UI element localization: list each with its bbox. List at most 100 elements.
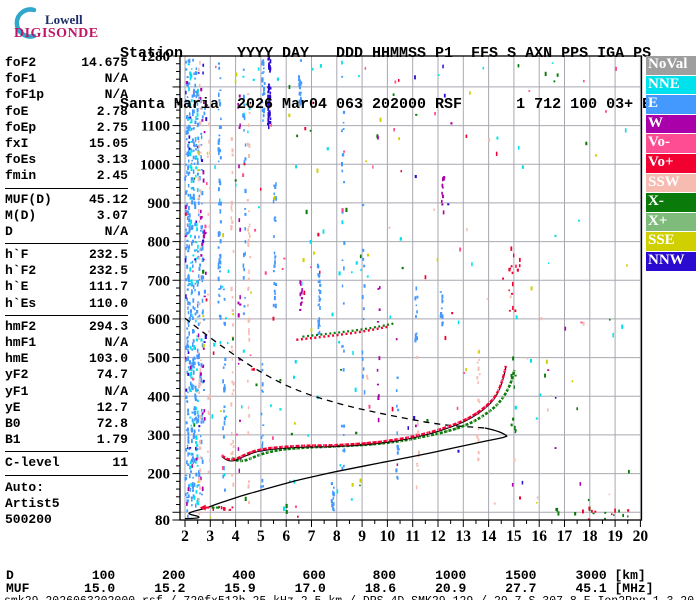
x-axis-label: 19 (607, 528, 623, 545)
muf-transmission-curve (184, 317, 485, 429)
x-axis-label: 5 (257, 528, 265, 545)
legend-W: W (646, 114, 696, 134)
x-axis-label: 17 (557, 528, 573, 545)
param-label: B1 (5, 432, 21, 448)
param-label: fmin (5, 168, 37, 184)
header-column-titles: Station YYYY DAY DDD HHMMSS P1 FFS S AXN… (120, 45, 652, 62)
param-fxI: fxI 15.05 (5, 136, 128, 152)
parameter-group: foF2 14.675 foF1 N/A foF1p N/A foE 2.78 foEp 2.75… (5, 54, 128, 186)
parameter-group: C-level 11 (5, 451, 128, 472)
autoscaling-line: Artist5 (5, 495, 60, 511)
param-value: 3.13 (96, 152, 128, 168)
param-label: MUF(D) (5, 191, 52, 207)
x-axis-label: 14 (481, 528, 497, 545)
parameter-panel: foF2 14.675 foF1 N/A foF1p N/A foE 2.78 foEp 2.75… (5, 54, 128, 528)
x-axis-label: 18 (582, 528, 598, 545)
x-axis-label: 4 (232, 528, 240, 545)
param-C-level: C-level 11 (5, 455, 128, 471)
legend-SSE: SSE (646, 232, 696, 251)
param-value: 111.7 (88, 279, 128, 295)
y-axis-label: 600 (148, 312, 171, 328)
param-value: 45.12 (88, 191, 128, 207)
param-label: h`F2 (5, 263, 37, 279)
param-label: C-level (5, 455, 60, 471)
x-axis-label: 13 (456, 528, 472, 545)
legend-X-: X- (646, 193, 696, 212)
param-D: D N/A (5, 224, 128, 240)
param-label: h`E (5, 279, 29, 295)
y-axis-label: 400 (148, 389, 171, 405)
param-label: hmE (5, 351, 29, 367)
param-label: yF1 (5, 383, 29, 399)
x-axis-label: 15 (506, 528, 522, 545)
param-value: N/A (104, 335, 128, 350)
param-value: N/A (104, 383, 128, 399)
param-hmE: hmE 103.0 (5, 351, 128, 367)
legend-NNE: NNE (646, 75, 696, 95)
param-B1: B1 1.79 (5, 432, 128, 448)
param-foEs: foEs 3.13 (5, 152, 128, 168)
param-fmin: fmin 2.45 (5, 168, 128, 184)
x-axis-label: 8 (333, 528, 341, 545)
param-label: M(D) (5, 207, 37, 223)
param-label: foF1p (5, 87, 45, 103)
param-hmF1: hmF1 N/A (5, 335, 128, 351)
param-MUF(D): MUF(D) 45.12 (5, 192, 128, 208)
echo-traces (220, 322, 516, 463)
param-value: 232.5 (88, 247, 128, 263)
param-B0: B0 72.8 (5, 416, 128, 432)
param-value: 1.79 (96, 432, 128, 448)
param-yF2: yF2 74.7 (5, 367, 128, 383)
param-foF1: foF1 N/A (5, 71, 128, 87)
x-axis-label: 20 (633, 528, 649, 545)
y-axis-label: 80 (155, 513, 170, 529)
param-foF2: foF2 14.675 (5, 55, 128, 71)
autoscaling-info: Auto: Artist5 500200 (5, 474, 128, 529)
legend-Vo+: Vo+ (646, 153, 696, 173)
param-h`Es: h`Es 110.0 (5, 296, 128, 312)
param-label: hmF1 (5, 335, 37, 350)
param-label: fxI (5, 135, 29, 151)
digisonde-ionogram-screen: 1280 1100 1000 900 800 700 600 500 400 300 200 80 2 3… (0, 0, 700, 600)
x-axis-label: 2 (181, 528, 189, 545)
param-value: 14.675 (81, 55, 128, 70)
parameter-group: hmF2 294.3 hmF1 N/A hmE 103.0 yF2 74.7 yF1 N/A yE 1… (5, 314, 128, 450)
param-label: foEs (5, 152, 37, 168)
logo-digisonde-text: DIGISONDE (14, 26, 99, 41)
legend-SSW: SSW (646, 173, 696, 193)
y-axis-label: 800 (148, 235, 171, 251)
legend-X+: X+ (646, 212, 696, 232)
y-axis-label: 200 (148, 467, 171, 483)
y-axis-label: 1000 (140, 157, 170, 173)
param-foE: foE 2.78 (5, 104, 128, 120)
param-value: 11 (112, 455, 128, 471)
y-axis-label: 700 (148, 273, 171, 289)
param-value: N/A (104, 71, 128, 87)
x-trace-second-hop (302, 322, 394, 338)
param-label: B0 (5, 415, 21, 431)
param-value: 72.8 (96, 415, 128, 431)
param-foF1p: foF1p N/A (5, 87, 128, 103)
param-label: hmF2 (5, 318, 37, 334)
legend-NoVal: NoVal (646, 56, 696, 75)
lowell-digisonde-logo: Lowell DIGISONDE (6, 4, 118, 48)
param-value: 2.75 (96, 119, 128, 135)
param-label: foF2 (5, 55, 37, 70)
param-label: h`F (5, 247, 29, 263)
y-axis-label: 500 (148, 351, 171, 367)
station-header: Station YYYY DAY DDD HHMMSS P1 FFS S AXN… (120, 11, 660, 147)
true-height-profile (184, 435, 508, 520)
param-value: N/A (104, 223, 128, 239)
param-value: 110.0 (88, 295, 128, 311)
param-label: D (5, 223, 13, 239)
y-axis-label: 300 (148, 428, 171, 444)
param-yF1: yF1 N/A (5, 384, 128, 400)
param-value: 294.3 (88, 318, 128, 334)
param-foEp: foEp 2.75 (5, 120, 128, 136)
param-hmF2: hmF2 294.3 (5, 319, 128, 335)
param-value: 74.7 (96, 367, 128, 383)
parameter-group: MUF(D) 45.12 M(D) 3.07 D N/A (5, 187, 128, 242)
x-axis-label: 10 (380, 528, 396, 545)
param-h`F2: h`F2 232.5 (5, 263, 128, 279)
param-yE: yE 12.7 (5, 400, 128, 416)
